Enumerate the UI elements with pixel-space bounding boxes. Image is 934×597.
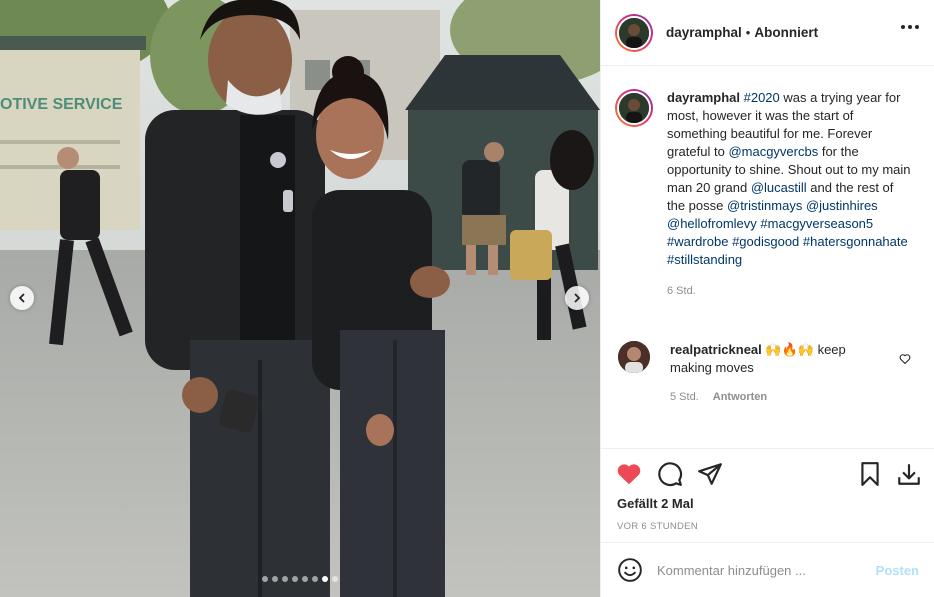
action-bar: Gefällt 2 Mal VOR 6 STUNDEN [601, 448, 934, 542]
caption-text: dayramphal #2020 was a trying year for m… [667, 89, 911, 269]
emoji-icon[interactable] [617, 557, 643, 583]
caption-age: 6 Std. [667, 285, 696, 297]
carousel-dot [302, 576, 308, 582]
caption-tag-link[interactable]: @macgyvercbs [728, 144, 818, 159]
carousel-prev-button[interactable] [10, 286, 34, 310]
carousel-dot [262, 576, 268, 582]
comment-item: realpatrickneal 🙌🔥🙌 keep making moves 5 … [615, 341, 925, 403]
carousel-next-button[interactable] [565, 286, 589, 310]
header-separator: • [745, 25, 751, 40]
download-icon[interactable] [896, 461, 922, 487]
chevron-right-icon [574, 293, 581, 303]
comments-section: dayramphal #2020 was a trying year for m… [601, 67, 934, 447]
more-options-icon[interactable] [901, 25, 919, 29]
avatar-image [618, 341, 650, 373]
commenter-username[interactable]: realpatrickneal [670, 342, 762, 357]
bookmark-icon[interactable] [857, 461, 883, 487]
caption: dayramphal #2020 was a trying year for m… [615, 89, 925, 297]
avatar-image [619, 17, 649, 48]
reply-button[interactable]: Antworten [713, 391, 767, 403]
carousel-dot [332, 576, 338, 582]
heart-outline-icon[interactable] [899, 353, 911, 365]
comment-input[interactable] [657, 562, 857, 578]
heart-filled-icon[interactable] [616, 461, 642, 487]
caption-tag-link[interactable]: #stillstanding [667, 252, 742, 267]
author-avatar[interactable] [615, 13, 653, 52]
carousel-dot [292, 576, 298, 582]
carousel-indicator [0, 576, 600, 582]
caption-username[interactable]: dayramphal [667, 90, 740, 105]
post-comment-button[interactable]: Posten [876, 563, 919, 578]
caption-tag-link[interactable]: #godisgood [732, 234, 799, 249]
post-sidebar: dayramphal • Abonniert dayramphal #2020 … [600, 0, 934, 597]
carousel-dot [322, 576, 328, 582]
share-icon[interactable] [697, 461, 723, 487]
caption-tag-link[interactable]: #macgyverseason5 [760, 216, 873, 231]
commenter-avatar[interactable] [618, 341, 650, 373]
caption-avatar[interactable] [615, 89, 653, 127]
comment-icon[interactable] [657, 461, 683, 487]
caption-tag-link[interactable]: @tristinmays [727, 198, 802, 213]
photo-scene: OTIVE SERVICE [0, 0, 600, 597]
post-header: dayramphal • Abonniert [601, 0, 934, 66]
instagram-post: OTIVE SERVICE dayramphal • Abonniert day… [0, 0, 934, 597]
caption-tag-link[interactable]: @justinhires [806, 198, 878, 213]
add-comment-bar: Posten [601, 542, 934, 597]
caption-tag-link[interactable]: #wardrobe [667, 234, 728, 249]
comment-emoji: 🙌🔥🙌 [765, 342, 814, 357]
chevron-left-icon [18, 293, 25, 303]
avatar-image [619, 93, 649, 123]
carousel-dot [312, 576, 318, 582]
caption-tag-link[interactable]: #hatersgonnahate [803, 234, 908, 249]
comment-text: realpatrickneal 🙌🔥🙌 keep making moves [670, 341, 890, 377]
post-timestamp: VOR 6 STUNDEN [617, 521, 698, 532]
building-sign: OTIVE SERVICE [0, 96, 123, 113]
like-count[interactable]: Gefällt 2 Mal [617, 496, 694, 511]
caption-tag-link[interactable]: @lucastill [751, 180, 807, 195]
carousel-dot [272, 576, 278, 582]
post-photo[interactable]: OTIVE SERVICE [0, 0, 600, 597]
caption-tag-link[interactable]: @hellofromlevy [667, 216, 757, 231]
author-username[interactable]: dayramphal [666, 25, 742, 40]
carousel-dot [282, 576, 288, 582]
caption-tag-link[interactable]: #2020 [744, 90, 780, 105]
comment-age: 5 Std. [670, 391, 699, 403]
follow-status[interactable]: Abonniert [754, 25, 818, 40]
